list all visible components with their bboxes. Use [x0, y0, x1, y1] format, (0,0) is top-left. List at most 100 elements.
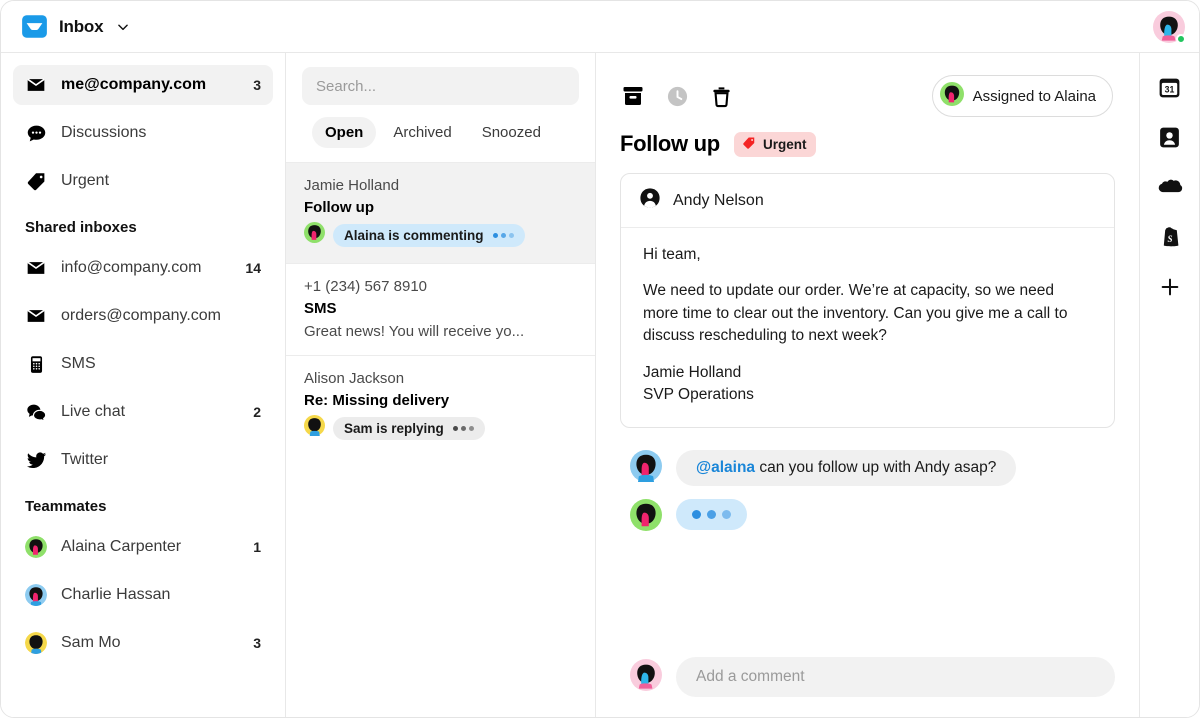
- tab-snoozed[interactable]: Snoozed: [469, 117, 554, 148]
- sidebar-item-info-inbox[interactable]: info@company.com 14: [13, 248, 273, 288]
- avatar: [304, 222, 325, 248]
- avatar: [25, 536, 47, 558]
- sidebar-item-teammate-alaina[interactable]: Alaina Carpenter 1: [13, 527, 273, 567]
- avatar: [630, 658, 662, 696]
- conversation-sender: Alison Jackson: [304, 370, 405, 387]
- sidebar-item-count: 3: [253, 77, 261, 93]
- comment-list: @alaina can you follow up with Andy asap…: [620, 428, 1115, 536]
- brand-inbox-switcher[interactable]: Inbox: [21, 13, 130, 40]
- conversation-title: Follow up: [620, 131, 720, 156]
- envelope-icon: [25, 306, 47, 326]
- assignee-label: Assigned to Alaina: [972, 87, 1096, 105]
- typing-indicator-icon: [676, 498, 747, 530]
- conversation-sender: Jamie Holland: [304, 177, 400, 194]
- sidebar-item-label: orders@company.com: [61, 307, 221, 324]
- archive-box-icon[interactable]: [620, 83, 646, 109]
- sidebar-item-label: Twitter: [61, 451, 109, 468]
- message-body: Hi team, We need to update our order. We…: [621, 228, 1114, 427]
- conversation-preview: Great news! You will receive yo...: [304, 323, 525, 340]
- conversation-toolbar: Assigned to Alaina: [596, 53, 1139, 117]
- page-title: Inbox: [59, 16, 104, 36]
- list-item[interactable]: +1 (234) 567 8910 SMS Great news! You wi…: [286, 263, 595, 355]
- message-paragraph: Hi team,: [643, 246, 701, 263]
- sidebar-item-live-chat[interactable]: Live chat 2: [13, 392, 273, 432]
- avatar: [939, 82, 964, 110]
- comment-bubble: @alaina can you follow up with Andy asap…: [676, 449, 1017, 486]
- conversation-detail-panel: Assigned to Alaina Follow up Urgent Andy…: [596, 53, 1140, 717]
- sidebar-item-teammate-sam[interactable]: Sam Mo 3: [13, 623, 273, 663]
- comment-input[interactable]: [676, 657, 1115, 697]
- conversation-list-panel: Open Archived Snoozed Jamie Holland Foll…: [286, 53, 596, 717]
- salesforce-cloud-icon[interactable]: [1156, 173, 1184, 201]
- comment-composer: [596, 643, 1139, 717]
- status-badge-label: Alaina is commenting: [344, 227, 484, 243]
- sidebar-item-me-inbox[interactable]: me@company.com 3: [13, 65, 273, 105]
- conversation-subject: SMS: [304, 300, 337, 317]
- tab-archived[interactable]: Archived: [380, 117, 464, 148]
- list-item[interactable]: Jamie Holland Follow up Alaina is commen…: [286, 162, 595, 263]
- signature-name: Jamie Holland: [643, 363, 742, 381]
- sidebar-item-label: Alaina Carpenter: [61, 538, 182, 555]
- svg-text:31: 31: [1165, 84, 1175, 94]
- svg-text:S: S: [1167, 234, 1172, 244]
- message-author: Andy Nelson: [673, 191, 764, 209]
- shopify-bag-icon[interactable]: S: [1156, 223, 1184, 251]
- sidebar-item-count: 2: [253, 404, 261, 420]
- avatar: [630, 449, 662, 487]
- search-input[interactable]: [302, 67, 579, 105]
- sidebar-item-discussions[interactable]: Discussions: [13, 113, 273, 153]
- assignee-button[interactable]: Assigned to Alaina: [931, 75, 1113, 117]
- sidebar-item-sms[interactable]: SMS: [13, 344, 273, 384]
- trash-icon[interactable]: [708, 83, 734, 109]
- typing-dots-icon: [452, 425, 474, 431]
- tag-icon: [742, 136, 756, 153]
- avatar: [304, 415, 325, 441]
- status-badge-label: Sam is replying: [344, 420, 444, 436]
- plus-icon[interactable]: [1156, 273, 1184, 301]
- avatar: [25, 632, 47, 654]
- sidebar-item-label: Live chat: [61, 403, 126, 420]
- sidebar-item-teammate-charlie[interactable]: Charlie Hassan: [13, 575, 273, 615]
- contact-card-icon[interactable]: [1156, 123, 1184, 151]
- sidebar-item-urgent[interactable]: Urgent: [13, 161, 273, 201]
- integrations-rail: 31 S: [1140, 53, 1199, 717]
- comment-item: @alaina can you follow up with Andy asap…: [630, 449, 1115, 487]
- tag-label: Urgent: [762, 136, 807, 152]
- conversation-status: Alaina is commenting: [304, 222, 579, 248]
- avatar[interactable]: [1153, 10, 1186, 44]
- conversation-sender: +1 (234) 567 8910: [304, 278, 428, 295]
- clock-icon[interactable]: [664, 83, 690, 109]
- status-badge: Alaina is commenting: [333, 223, 525, 247]
- list-item[interactable]: Alison Jackson Re: Missing delivery Sam …: [286, 355, 595, 456]
- sidebar-item-label: me@company.com: [61, 76, 207, 93]
- conversation-subject: Re: Missing delivery: [304, 392, 450, 409]
- sidebar-item-label: Urgent: [61, 172, 110, 189]
- sidebar-item-count: 3: [253, 635, 261, 651]
- live-chat-icon: [25, 402, 47, 423]
- tab-open[interactable]: Open: [312, 117, 377, 148]
- message-header: Andy Nelson: [621, 174, 1114, 228]
- chevron-down-icon[interactable]: [116, 20, 130, 34]
- online-status-dot: [1176, 33, 1186, 44]
- top-bar: Inbox: [1, 1, 1199, 53]
- list-header: Open Archived Snoozed: [286, 53, 595, 162]
- sidebar-item-label: Discussions: [61, 124, 147, 141]
- app-body: me@company.com 3 Discussions Urgent Shar…: [1, 53, 1199, 717]
- sidebar-item-twitter[interactable]: Twitter: [13, 440, 273, 480]
- sidebar-item-orders-inbox[interactable]: orders@company.com: [13, 296, 273, 336]
- typing-dots-icon: [492, 232, 514, 238]
- calendar-31-icon[interactable]: 31: [1156, 73, 1184, 101]
- sidebar: me@company.com 3 Discussions Urgent Shar…: [1, 53, 286, 717]
- envelope-icon: [25, 258, 47, 278]
- conversation-subject-row: Follow up Urgent: [596, 117, 1139, 173]
- signature-role: SVP Operations: [643, 386, 754, 404]
- message-card: Andy Nelson Hi team, We need to update o…: [620, 173, 1115, 428]
- avatar: [630, 498, 662, 536]
- message-signature: Jamie Holland SVP Operations: [643, 362, 1092, 407]
- mention-link[interactable]: @alaina: [696, 459, 755, 476]
- mobile-phone-icon: [25, 355, 47, 374]
- status-badge: Sam is replying: [333, 416, 485, 440]
- conversation-status: Sam is replying: [304, 415, 579, 441]
- inbox-icon: [21, 13, 48, 40]
- status-badge[interactable]: Urgent: [733, 131, 817, 157]
